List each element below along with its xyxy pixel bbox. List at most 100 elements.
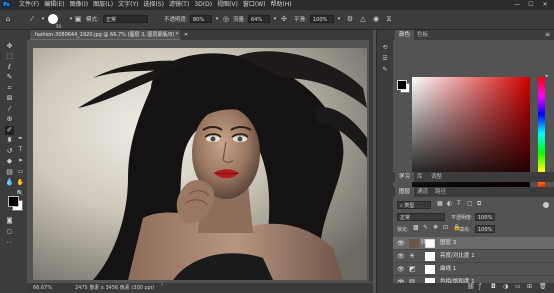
layer-row[interactable]: 👁 ☀ 亮度/对比度 1 xyxy=(393,250,554,263)
document-close-icon[interactable]: ✕ xyxy=(184,32,188,38)
panel-menu-icon[interactable]: ≡ xyxy=(545,32,550,38)
quick-select-tool-icon[interactable]: ✎ xyxy=(5,73,14,82)
status-expand-icon[interactable]: › xyxy=(161,283,163,288)
lock-position-icon[interactable]: ✥ xyxy=(433,225,438,231)
gear-icon[interactable]: ⚙ xyxy=(345,14,355,24)
brush-tool-icon[interactable]: ✐ xyxy=(5,126,14,135)
clone-stamp-tool-icon[interactable]: ♜ xyxy=(5,136,14,145)
tab-paths[interactable]: 路径 xyxy=(431,187,450,197)
filter-type-icon[interactable]: T xyxy=(457,201,461,207)
gradient-tool-icon[interactable]: ▤ xyxy=(5,168,14,177)
menu-edit[interactable]: 编辑(E) xyxy=(44,0,64,10)
angle-icon[interactable]: △ xyxy=(358,14,368,24)
history-brush-tool-icon[interactable]: ↺ xyxy=(5,147,14,156)
layer-name[interactable]: 图层 3 xyxy=(440,237,456,250)
smooth-dropdown-icon[interactable]: ▾ xyxy=(334,14,344,24)
layer-row[interactable]: 👁 ◩ 曲线 1 xyxy=(393,263,554,276)
layer-filter-select[interactable]: ⌕ 类型 xyxy=(397,201,431,209)
menu-window[interactable]: 窗口(W) xyxy=(243,0,266,10)
blur-tool-icon[interactable]: 💧 xyxy=(5,178,14,187)
delete-layer-icon[interactable]: 🗑 xyxy=(539,284,547,290)
lock-pixels-icon[interactable]: ▩ xyxy=(413,225,419,231)
dropdown-arrow-icon[interactable]: ▾ xyxy=(38,14,48,24)
visibility-eye-icon[interactable]: 👁 xyxy=(397,240,405,247)
lock-paint-icon[interactable]: ✎ xyxy=(423,225,428,231)
filter-shape-icon[interactable]: ▢ xyxy=(467,201,473,207)
healing-brush-tool-icon[interactable]: ⊕ xyxy=(5,115,14,124)
menu-layer[interactable]: 图层(L) xyxy=(93,0,113,10)
crop-tool-icon[interactable]: ⌗ xyxy=(5,84,14,93)
visibility-eye-icon[interactable]: 👁 xyxy=(397,253,405,260)
minimize-button[interactable]: — xyxy=(510,0,524,10)
shape-tool-icon[interactable]: ▭ xyxy=(16,167,25,176)
layer-name[interactable]: 曲线 1 xyxy=(440,263,456,276)
properties-panel-icon[interactable]: ☰ xyxy=(381,55,389,63)
fx-icon[interactable]: ƒ xyxy=(479,284,481,290)
document-canvas[interactable] xyxy=(33,48,367,280)
tab-adjustments[interactable]: 调整 xyxy=(427,172,446,182)
brush-tool-icon[interactable]: ⁄ xyxy=(27,14,37,24)
menu-help[interactable]: 帮助(H) xyxy=(271,0,292,10)
filter-smart-icon[interactable]: ⧉ xyxy=(477,201,481,207)
brush-preview-icon[interactable] xyxy=(48,14,58,24)
maximize-button[interactable]: ☐ xyxy=(524,0,538,10)
type-tool-icon[interactable]: T xyxy=(16,145,25,154)
panel-foreground-swatch[interactable] xyxy=(397,80,407,90)
tab-swatches[interactable]: 色板 xyxy=(413,30,432,40)
frame-tool-icon[interactable]: ⊠ xyxy=(5,94,14,103)
marquee-tool-icon[interactable]: ⬚ xyxy=(5,52,14,61)
fill-input[interactable]: 100% xyxy=(475,225,495,233)
layer-row[interactable]: 👁 ⛓ 图层 3 xyxy=(393,237,554,250)
menu-filter[interactable]: 滤镜(T) xyxy=(169,0,189,10)
menu-type[interactable]: 文字(Y) xyxy=(118,0,138,10)
link-layers-icon[interactable]: ⛓ xyxy=(467,284,475,290)
new-layer-icon[interactable]: ⊞ xyxy=(527,284,532,290)
pen-tool-icon[interactable]: ✒ xyxy=(16,134,25,143)
quick-mask-icon[interactable]: ◙ xyxy=(5,216,14,225)
move-tool-icon[interactable]: ✥ xyxy=(5,42,14,51)
filter-pixel-icon[interactable]: ▦ xyxy=(437,201,443,207)
layer-mask-thumbnail[interactable] xyxy=(425,239,435,248)
symmetry-icon[interactable]: ⧖ xyxy=(384,14,394,24)
add-mask-icon[interactable]: ◘ xyxy=(491,284,496,290)
opacity-input[interactable]: 80% xyxy=(190,15,212,23)
document-tab[interactable]: fashion-3080644_1920.jpg @ 66.7% (图层 3, … xyxy=(30,30,188,40)
menu-select[interactable]: 选择(S) xyxy=(143,0,164,10)
filter-adjust-icon[interactable]: ◐ xyxy=(447,201,452,207)
more-tools-icon[interactable]: ⋯ xyxy=(5,238,14,247)
layer-opacity-input[interactable]: 100% xyxy=(475,213,495,221)
screen-mode-icon[interactable]: ▢ xyxy=(5,227,14,236)
pressure-size-icon[interactable]: ◉ xyxy=(371,14,381,24)
smooth-input[interactable]: 100% xyxy=(310,15,334,23)
eyedropper-tool-icon[interactable]: ⁄ xyxy=(5,105,14,114)
layer-name[interactable]: 亮度/对比度 1 xyxy=(440,250,475,263)
tab-libraries[interactable]: 库 xyxy=(413,172,427,182)
layer-mask-thumbnail[interactable] xyxy=(425,252,435,261)
flow-input[interactable]: 64% xyxy=(248,15,270,23)
blend-mode-select[interactable]: 正常 xyxy=(397,213,445,221)
visibility-eye-icon[interactable]: 👁 xyxy=(397,266,405,273)
tab-channels[interactable]: 通道 xyxy=(413,187,432,197)
mode-select[interactable]: 正常 xyxy=(103,15,148,23)
pressure-opacity-icon[interactable]: ◎ xyxy=(221,14,231,24)
history-panel-icon[interactable]: ⟲ xyxy=(381,44,389,52)
brush-panel-icon[interactable]: ✎ xyxy=(381,66,389,74)
tab-color[interactable]: 颜色 xyxy=(395,30,415,40)
tab-layers[interactable]: 图层 xyxy=(395,187,415,197)
hue-marker-icon[interactable]: ◂ xyxy=(545,74,548,79)
lock-artboard-icon[interactable]: ⊡ xyxy=(443,225,448,231)
new-group-icon[interactable]: ▭ xyxy=(515,284,521,290)
eraser-tool-icon[interactable]: ◆ xyxy=(5,157,14,166)
menu-file[interactable]: 文件(F) xyxy=(19,0,39,10)
foreground-color-swatch[interactable] xyxy=(8,196,19,207)
canvas-vertical-scrollbar[interactable] xyxy=(369,40,373,282)
home-icon[interactable]: ⌂ xyxy=(3,14,13,24)
close-button[interactable]: ✕ xyxy=(538,0,552,10)
menu-image[interactable]: 图像(I) xyxy=(70,0,88,10)
airbrush-icon[interactable]: ✣ xyxy=(279,14,289,24)
filter-toggle-icon[interactable] xyxy=(543,202,549,208)
new-adjustment-icon[interactable]: ◑ xyxy=(503,284,508,290)
path-select-tool-icon[interactable]: ➤ xyxy=(16,156,25,165)
menu-view[interactable]: 视图(V) xyxy=(217,0,238,10)
brush-settings-icon[interactable]: ▣ xyxy=(73,14,83,24)
